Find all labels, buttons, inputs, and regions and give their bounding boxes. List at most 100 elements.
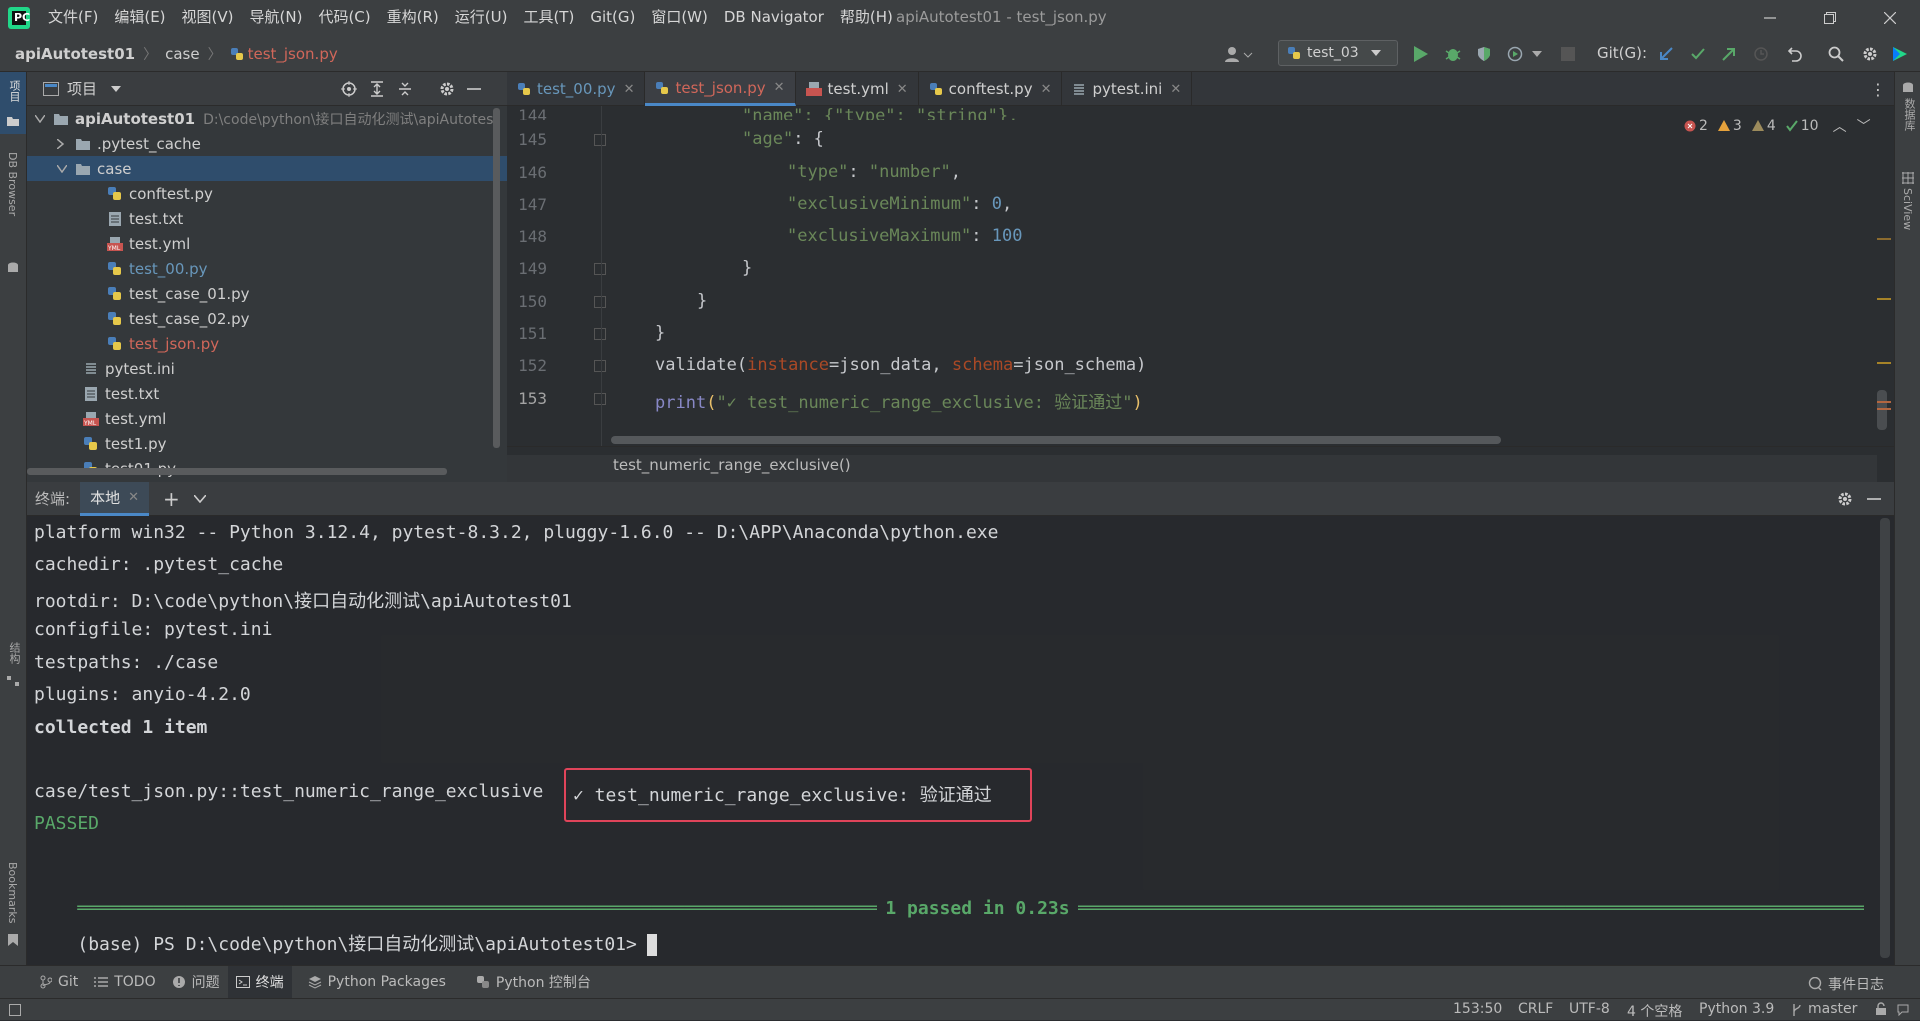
tree-item-file[interactable]: test_00.py xyxy=(27,256,507,281)
menu-file[interactable]: 文件(F) xyxy=(40,0,106,35)
git-branch[interactable]: master xyxy=(1808,1001,1857,1017)
breadcrumb-file[interactable]: test_json.py xyxy=(248,45,338,63)
settings-button[interactable] xyxy=(1860,44,1880,64)
locate-icon[interactable] xyxy=(341,81,357,97)
git-update-button[interactable] xyxy=(1656,44,1676,64)
hide-panel-icon[interactable] xyxy=(467,82,481,96)
menu-git[interactable]: Git(G) xyxy=(582,0,643,35)
tool-git[interactable]: Git xyxy=(40,974,78,990)
lock-icon[interactable] xyxy=(1875,1002,1887,1016)
hide-panel-icon[interactable] xyxy=(1867,492,1881,506)
chevron-down-icon[interactable] xyxy=(111,85,122,92)
line-separator[interactable]: CRLF xyxy=(1518,1001,1553,1017)
tree-item-file[interactable]: test.txt xyxy=(27,206,507,231)
terminal-vertical-scrollbar[interactable] xyxy=(1880,518,1890,958)
tab-test-json-py[interactable]: test_json.py ✕ xyxy=(645,72,796,106)
tab-close-icon[interactable]: ✕ xyxy=(1170,82,1181,97)
error-stripe-marker[interactable] xyxy=(1877,362,1891,364)
tab-test-00-py[interactable]: test_00.py ✕ xyxy=(507,72,646,106)
editor-more-actions-icon[interactable]: ⋮ xyxy=(1870,80,1886,99)
run-button[interactable] xyxy=(1411,44,1431,64)
tree-item-folder[interactable]: .pytest_cache xyxy=(27,131,507,156)
tree-item-file[interactable]: test1.py xyxy=(27,431,507,456)
tool-problems[interactable]: 问题 xyxy=(172,972,220,992)
tool-terminal[interactable]: 终端 xyxy=(227,966,292,998)
code-line-148[interactable]: "exclusiveMaximum": 100 xyxy=(787,226,1022,246)
stop-button[interactable] xyxy=(1558,44,1578,64)
run-configuration-select[interactable]: test_03 xyxy=(1278,40,1398,66)
project-panel-title[interactable]: 项目 xyxy=(67,78,97,99)
tree-item-file[interactable]: conftest.py xyxy=(27,181,507,206)
menu-run[interactable]: 运行(U) xyxy=(447,0,516,35)
rollback-button[interactable] xyxy=(1785,44,1805,64)
code-line-149[interactable]: } xyxy=(742,258,752,278)
code-line-152[interactable]: validate(instance=json_data, schema=json… xyxy=(655,355,1146,375)
tab-close-icon[interactable]: ✕ xyxy=(1041,82,1052,97)
code-line-147[interactable]: "exclusiveMinimum": 0, xyxy=(787,194,1012,214)
debug-button[interactable] xyxy=(1443,44,1463,64)
fold-marker-icon[interactable] xyxy=(594,328,606,340)
tree-item-file[interactable]: pytest.ini xyxy=(27,356,507,381)
code-line-144[interactable]: "name": {"type": "string"}, xyxy=(742,106,1018,120)
project-tool-button[interactable]: 项目 xyxy=(0,72,26,134)
database-tool-button[interactable]: 数据库 xyxy=(1895,78,1920,158)
search-everywhere-button[interactable] xyxy=(1826,44,1846,64)
tree-item-folder-selected[interactable]: case xyxy=(27,156,507,181)
tab-close-icon[interactable]: ✕ xyxy=(774,80,785,95)
coverage-button[interactable] xyxy=(1474,44,1494,64)
code-line-145[interactable]: "age": { xyxy=(742,129,824,149)
chevron-up-icon[interactable]: ︿ xyxy=(1833,116,1847,136)
tree-root-project[interactable]: apiAutotest01 D:\code\python\接口自动化测试\api… xyxy=(27,106,507,131)
chevron-down-icon[interactable]: ﹀ xyxy=(1857,116,1871,136)
tool-todo[interactable]: TODO xyxy=(94,974,156,990)
code-line-150[interactable]: } xyxy=(697,291,707,311)
error-stripe-marker[interactable] xyxy=(1877,238,1891,240)
project-vertical-scrollbar[interactable] xyxy=(493,108,500,448)
function-breadcrumb[interactable]: test_numeric_range_exclusive() xyxy=(613,456,851,474)
collapse-all-icon[interactable] xyxy=(397,81,413,97)
code-line-151[interactable]: } xyxy=(655,323,665,343)
project-horizontal-scrollbar[interactable] xyxy=(27,468,447,475)
menu-help[interactable]: 帮助(H) xyxy=(832,0,901,35)
tree-item-file[interactable]: YML test.yml xyxy=(27,231,507,256)
breadcrumb-folder[interactable]: case xyxy=(165,45,199,63)
menu-db-navigator[interactable]: DB Navigator xyxy=(716,0,832,35)
terminal-tab-local[interactable]: 本地 ✕ xyxy=(80,481,149,516)
tab-close-icon[interactable]: ✕ xyxy=(128,490,139,505)
python-interpreter[interactable]: Python 3.9 xyxy=(1699,1001,1774,1017)
breadcrumb-project[interactable]: apiAutotest01 xyxy=(15,45,135,63)
fold-marker-icon[interactable] xyxy=(594,360,606,372)
fold-marker-icon[interactable] xyxy=(594,296,606,308)
tab-pytest-ini[interactable]: pytest.ini ✕ xyxy=(1062,72,1193,106)
caret-position[interactable]: 153:50 xyxy=(1453,1001,1502,1017)
gear-icon[interactable] xyxy=(439,81,455,97)
indent-setting[interactable]: 4 个空格 xyxy=(1627,1001,1682,1021)
tree-item-file[interactable]: test.txt xyxy=(27,381,507,406)
fold-marker-icon[interactable] xyxy=(594,134,606,146)
error-stripe-marker[interactable] xyxy=(1877,408,1891,410)
tab-test-yml[interactable]: test.yml ✕ xyxy=(796,72,919,106)
restore-button[interactable] xyxy=(1800,0,1860,35)
file-encoding[interactable]: UTF-8 xyxy=(1569,1001,1610,1017)
menu-view[interactable]: 视图(V) xyxy=(174,0,242,35)
error-stripe-marker[interactable] xyxy=(1877,401,1891,403)
sciview-tool-button[interactable]: SciView xyxy=(1895,168,1920,258)
fold-marker-icon[interactable] xyxy=(594,263,606,275)
jetbrains-toolbox-icon[interactable] xyxy=(1890,44,1910,64)
db-browser-tool-button[interactable]: DB Browser xyxy=(0,152,26,292)
minimize-button[interactable] xyxy=(1740,0,1800,35)
menu-edit[interactable]: 编辑(E) xyxy=(106,0,173,35)
notifications-icon[interactable] xyxy=(1897,1004,1909,1016)
new-terminal-icon[interactable]: + xyxy=(163,487,180,511)
tool-python-packages[interactable]: Python Packages xyxy=(308,974,446,990)
menu-navigate[interactable]: 导航(N) xyxy=(242,0,311,35)
layout-toggle-icon[interactable] xyxy=(9,1004,21,1016)
code-line-153[interactable]: print("✓ test_numeric_range_exclusive: 验… xyxy=(655,388,1143,413)
structure-tool-button[interactable]: 结构 xyxy=(0,642,26,692)
bookmarks-tool-button[interactable]: Bookmarks xyxy=(0,862,26,952)
editor-horizontal-scrollbar[interactable] xyxy=(611,436,1501,444)
menu-tools[interactable]: 工具(T) xyxy=(515,0,582,35)
vcs-user-icon[interactable] xyxy=(1222,44,1256,64)
profile-button[interactable] xyxy=(1505,44,1525,64)
code-line-146[interactable]: "type": "number", xyxy=(787,162,961,182)
